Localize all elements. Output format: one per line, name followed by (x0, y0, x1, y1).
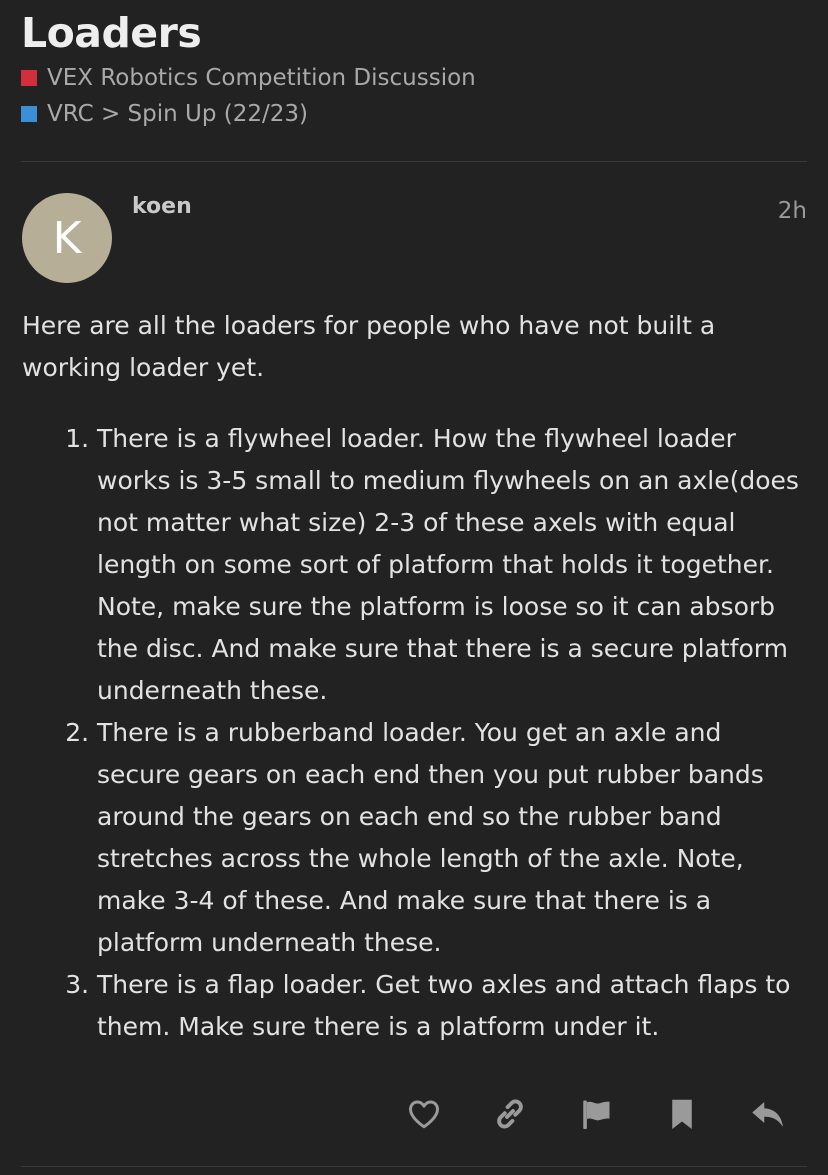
post-username[interactable]: koen (132, 194, 192, 219)
post-actions (358, 1094, 788, 1134)
category-color-swatch (21, 70, 37, 86)
category-color-swatch (21, 106, 37, 122)
loader-list: There is a flywheel loader. How the flyw… (22, 418, 808, 1048)
topic-title[interactable]: Loaders (21, 8, 202, 58)
list-item: There is a flywheel loader. How the flyw… (97, 418, 808, 712)
link-icon (497, 1099, 523, 1129)
reply-button[interactable] (748, 1094, 788, 1134)
like-button[interactable] (404, 1094, 444, 1134)
post-body: Here are all the loaders for people who … (22, 305, 808, 1048)
copy-link-button[interactable] (490, 1094, 530, 1134)
post-intro: Here are all the loaders for people who … (22, 311, 716, 382)
category-label: VRC > Spin Up (22/23) (47, 101, 308, 127)
bookmark-icon (672, 1099, 692, 1129)
like-icon (409, 1100, 439, 1129)
flag-button[interactable] (576, 1094, 616, 1134)
flag-icon (583, 1100, 610, 1129)
avatar[interactable]: K (22, 193, 112, 283)
reply-icon (752, 1102, 783, 1127)
header-divider (21, 161, 807, 162)
list-item: There is a rubberband loader. You get an… (97, 712, 808, 964)
category-badge-primary[interactable]: VEX Robotics Competition Discussion (21, 63, 476, 93)
post-timestamp[interactable]: 2h (778, 198, 807, 224)
category-label: VEX Robotics Competition Discussion (47, 65, 476, 91)
category-badge-secondary[interactable]: VRC > Spin Up (22/23) (21, 99, 308, 129)
bookmark-button[interactable] (662, 1094, 702, 1134)
list-item: There is a flap loader. Get two axles an… (97, 964, 808, 1048)
post-bottom-divider (21, 1166, 807, 1167)
